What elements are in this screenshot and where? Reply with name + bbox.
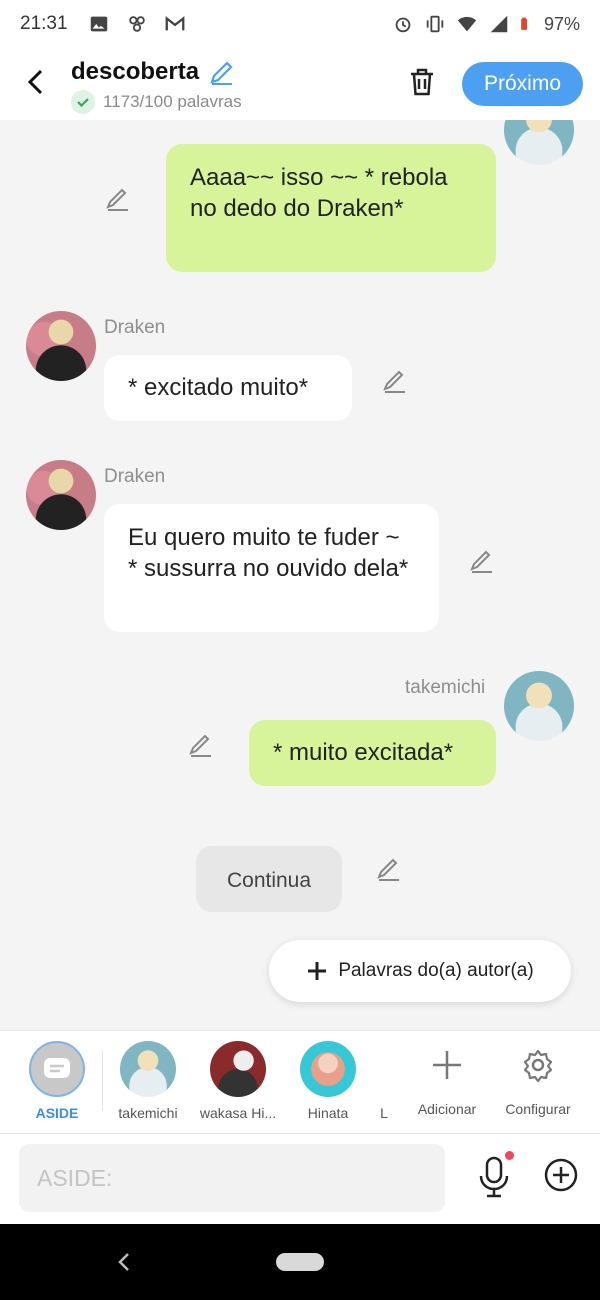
word-count-text: 1173/100 palavras	[103, 92, 242, 111]
message-bubble[interactable]: * excitado muito*	[104, 355, 352, 421]
speaker-name: takemichi	[405, 677, 486, 698]
edit-pencil-icon	[210, 61, 233, 85]
edit-title-button[interactable]	[208, 58, 236, 86]
avatar	[26, 311, 96, 381]
composer	[0, 1134, 600, 1224]
status-bar: 21:31 97%	[0, 0, 600, 48]
divider	[102, 1051, 103, 1111]
message-bubble[interactable]: Aaaa~~ isso ~~ * rebola no dedo do Drake…	[166, 144, 496, 272]
settings-label: Configurar	[505, 1101, 571, 1117]
delete-button[interactable]	[404, 62, 440, 102]
edit-pencil-icon	[106, 188, 128, 211]
top-app-bar: descoberta 1173/100 palavras Próximo	[0, 48, 600, 120]
avatar	[504, 671, 574, 741]
character-name: takemichi	[118, 1105, 178, 1121]
gear-icon	[518, 1045, 558, 1085]
plus-icon	[308, 962, 327, 980]
message-bubble[interactable]: Eu quero muito te fuder ~ * sussurra no …	[104, 504, 439, 632]
battery-percent: 97%	[543, 13, 580, 34]
signal-icon	[490, 15, 508, 33]
character-name: L	[380, 1105, 388, 1121]
edit-message-button[interactable]	[104, 184, 132, 212]
avatar	[26, 460, 96, 530]
avatar	[210, 1041, 266, 1097]
vibrate-icon	[426, 15, 444, 33]
character-aside[interactable]: ASIDE	[27, 1041, 87, 1121]
avatar	[504, 120, 574, 165]
character-l[interactable]: L	[374, 1105, 394, 1121]
edit-pencil-icon	[470, 550, 492, 573]
author-words-button[interactable]: Palavras do(a) autor(a)	[269, 940, 571, 1002]
edit-message-button[interactable]	[187, 730, 215, 758]
trash-icon	[411, 68, 433, 96]
message-bubble[interactable]: * muito excitada*	[249, 720, 496, 786]
home-pill[interactable]	[276, 1253, 324, 1271]
app-notification-icon	[128, 16, 145, 32]
story-title[interactable]: descoberta	[71, 58, 199, 86]
continue-bubble[interactable]: Continua	[196, 846, 342, 912]
edit-pencil-icon	[383, 370, 405, 393]
aside-icon	[29, 1041, 85, 1097]
notification-dot	[505, 1151, 514, 1160]
character-takemichi[interactable]: takemichi	[113, 1041, 183, 1121]
edit-message-button[interactable]	[381, 366, 409, 394]
character-hinata[interactable]: Hinata	[298, 1041, 358, 1121]
character-name: ASIDE	[35, 1105, 79, 1121]
battery-icon	[521, 17, 527, 30]
author-words-label: Palavras do(a) autor(a)	[338, 960, 534, 981]
back-button[interactable]	[18, 62, 54, 102]
status-time: 21:31	[20, 13, 68, 34]
avatar	[300, 1041, 356, 1097]
speaker-name: Draken	[104, 317, 166, 338]
system-back-button[interactable]	[112, 1246, 136, 1278]
back-arrow-icon	[27, 69, 43, 95]
add-attachment-button[interactable]	[542, 1156, 580, 1194]
add-circle-icon	[544, 1158, 578, 1192]
character-bar: ASIDE takemichi wakasa Hi... Hinata L Ad…	[0, 1030, 600, 1134]
avatar	[120, 1041, 176, 1097]
word-count: 1173/100 palavras	[71, 90, 242, 114]
edit-message-button[interactable]	[468, 546, 496, 574]
character-name: wakasa Hi...	[199, 1105, 277, 1121]
plus-icon	[427, 1045, 467, 1085]
add-label: Adicionar	[417, 1101, 477, 1117]
next-button[interactable]: Próximo	[462, 62, 583, 106]
alarm-icon	[395, 17, 411, 33]
chat-area[interactable]: Aaaa~~ isso ~~ * rebola no dedo do Drake…	[0, 120, 600, 1030]
chevron-left-icon	[118, 1253, 129, 1271]
edit-pencil-icon	[189, 734, 211, 757]
system-nav-bar	[0, 1224, 600, 1300]
character-name: Hinata	[307, 1105, 349, 1121]
character-wakasa[interactable]: wakasa Hi...	[196, 1041, 280, 1121]
message-input[interactable]	[19, 1144, 445, 1212]
gallery-icon	[90, 16, 107, 32]
add-character-button[interactable]: Adicionar	[412, 1045, 482, 1117]
edit-message-button[interactable]	[375, 854, 403, 882]
gmail-icon	[165, 16, 184, 31]
wifi-icon	[457, 16, 477, 32]
speaker-name: Draken	[104, 466, 166, 487]
settings-button[interactable]: Configurar	[500, 1045, 576, 1117]
check-icon	[71, 90, 95, 114]
microphone-icon	[479, 1156, 509, 1198]
edit-pencil-icon	[377, 858, 399, 881]
